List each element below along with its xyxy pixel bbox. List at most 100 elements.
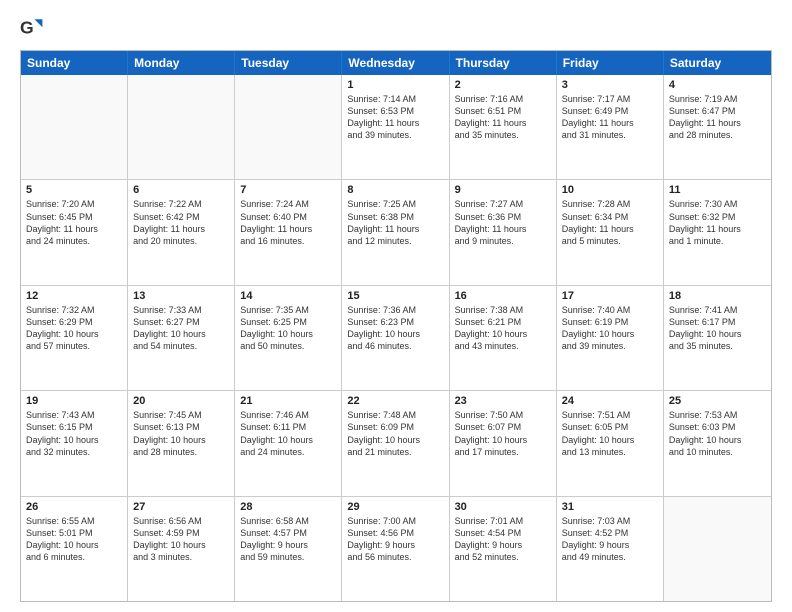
day-cell-21: 21 Sunrise: 7:46 AM Sunset: 6:11 PM Dayli… [235,391,342,495]
day-cell-5: 5Sunrise: 7:20 AM Sunset: 6:45 PM Daylig… [21,180,128,284]
day-header-wednesday: Wednesday [342,51,449,75]
day-info: Sunrise: 7:36 AM Sunset: 6:23 PM Dayligh… [347,304,443,353]
day-cell-2: 2Sunrise: 7:16 AM Sunset: 6:51 PM Daylig… [450,75,557,179]
day-info: Sunrise: 6:55 AM Sunset: 5:01 PM Dayligh… [26,515,122,564]
day-number: 9 [455,184,551,196]
empty-cell [664,497,771,601]
day-cell-17: 17 Sunrise: 7:40 AM Sunset: 6:19 PM Dayli… [557,286,664,390]
day-info: Sunrise: 7:03 AM Sunset: 4:52 PM Dayligh… [562,515,658,564]
day-number: 14 [240,290,336,302]
svg-text:G: G [20,18,34,38]
day-info: Sunrise: 7:51 AM Sunset: 6:05 PM Dayligh… [562,409,658,458]
empty-cell [21,75,128,179]
week-row-3: 12 Sunrise: 7:32 AM Sunset: 6:29 PM Dayli… [21,286,771,391]
day-number: 13 [133,290,229,302]
day-header-thursday: Thursday [450,51,557,75]
day-info: Sunrise: 7:32 AM Sunset: 6:29 PM Dayligh… [26,304,122,353]
day-number: 17 [562,290,658,302]
day-number: 8 [347,184,443,196]
generalblue-logo-icon: G [20,16,44,40]
week-row-2: 5Sunrise: 7:20 AM Sunset: 6:45 PM Daylig… [21,180,771,285]
day-info: Sunrise: 7:24 AM Sunset: 6:40 PM Dayligh… [240,198,336,247]
day-number: 27 [133,501,229,513]
week-row-1: 1 Sunrise: 7:14 AM Sunset: 6:53 PM Daylig… [21,75,771,180]
day-info: Sunrise: 7:19 AM Sunset: 6:47 PM Dayligh… [669,93,766,142]
day-number: 25 [669,395,766,407]
day-cell-18: 18Sunrise: 7:41 AM Sunset: 6:17 PM Dayli… [664,286,771,390]
day-header-sunday: Sunday [21,51,128,75]
day-cell-24: 24 Sunrise: 7:51 AM Sunset: 6:05 PM Dayli… [557,391,664,495]
week-row-4: 19Sunrise: 7:43 AM Sunset: 6:15 PM Dayli… [21,391,771,496]
week-row-5: 26 Sunrise: 6:55 AM Sunset: 5:01 PM Dayli… [21,497,771,601]
day-number: 24 [562,395,658,407]
day-info: Sunrise: 7:46 AM Sunset: 6:11 PM Dayligh… [240,409,336,458]
day-number: 26 [26,501,122,513]
day-number: 16 [455,290,551,302]
day-cell-9: 9 Sunrise: 7:27 AM Sunset: 6:36 PM Daylig… [450,180,557,284]
day-cell-31: 31 Sunrise: 7:03 AM Sunset: 4:52 PM Dayli… [557,497,664,601]
day-number: 31 [562,501,658,513]
day-info: Sunrise: 7:20 AM Sunset: 6:45 PM Dayligh… [26,198,122,247]
day-number: 29 [347,501,443,513]
header: G [20,16,772,40]
day-number: 6 [133,184,229,196]
calendar-body: 1 Sunrise: 7:14 AM Sunset: 6:53 PM Daylig… [21,75,771,601]
day-info: Sunrise: 7:35 AM Sunset: 6:25 PM Dayligh… [240,304,336,353]
calendar: SundayMondayTuesdayWednesdayThursdayFrid… [20,50,772,602]
page: G SundayMondayTuesdayWednesdayThursdayFr… [0,0,792,612]
day-info: Sunrise: 7:40 AM Sunset: 6:19 PM Dayligh… [562,304,658,353]
day-cell-4: 4Sunrise: 7:19 AM Sunset: 6:47 PM Daylig… [664,75,771,179]
day-info: Sunrise: 7:33 AM Sunset: 6:27 PM Dayligh… [133,304,229,353]
empty-cell [128,75,235,179]
day-header-monday: Monday [128,51,235,75]
day-number: 21 [240,395,336,407]
day-number: 3 [562,79,658,91]
day-info: Sunrise: 7:30 AM Sunset: 6:32 PM Dayligh… [669,198,766,247]
day-info: Sunrise: 7:17 AM Sunset: 6:49 PM Dayligh… [562,93,658,142]
day-info: Sunrise: 6:56 AM Sunset: 4:59 PM Dayligh… [133,515,229,564]
empty-cell [235,75,342,179]
day-header-friday: Friday [557,51,664,75]
day-info: Sunrise: 7:43 AM Sunset: 6:15 PM Dayligh… [26,409,122,458]
day-number: 12 [26,290,122,302]
day-number: 7 [240,184,336,196]
day-cell-15: 15 Sunrise: 7:36 AM Sunset: 6:23 PM Dayli… [342,286,449,390]
day-number: 1 [347,79,443,91]
day-info: Sunrise: 7:50 AM Sunset: 6:07 PM Dayligh… [455,409,551,458]
day-info: Sunrise: 7:38 AM Sunset: 6:21 PM Dayligh… [455,304,551,353]
day-cell-26: 26 Sunrise: 6:55 AM Sunset: 5:01 PM Dayli… [21,497,128,601]
day-number: 2 [455,79,551,91]
day-cell-29: 29 Sunrise: 7:00 AM Sunset: 4:56 PM Dayli… [342,497,449,601]
day-header-saturday: Saturday [664,51,771,75]
day-number: 28 [240,501,336,513]
day-info: Sunrise: 7:01 AM Sunset: 4:54 PM Dayligh… [455,515,551,564]
day-info: Sunrise: 7:53 AM Sunset: 6:03 PM Dayligh… [669,409,766,458]
day-info: Sunrise: 7:14 AM Sunset: 6:53 PM Dayligh… [347,93,443,142]
day-number: 18 [669,290,766,302]
day-info: Sunrise: 7:27 AM Sunset: 6:36 PM Dayligh… [455,198,551,247]
day-cell-13: 13 Sunrise: 7:33 AM Sunset: 6:27 PM Dayli… [128,286,235,390]
day-cell-10: 10 Sunrise: 7:28 AM Sunset: 6:34 PM Dayli… [557,180,664,284]
day-number: 15 [347,290,443,302]
day-cell-28: 28Sunrise: 6:58 AM Sunset: 4:57 PM Dayli… [235,497,342,601]
day-header-tuesday: Tuesday [235,51,342,75]
day-info: Sunrise: 7:00 AM Sunset: 4:56 PM Dayligh… [347,515,443,564]
day-info: Sunrise: 7:28 AM Sunset: 6:34 PM Dayligh… [562,198,658,247]
day-number: 10 [562,184,658,196]
day-info: Sunrise: 7:45 AM Sunset: 6:13 PM Dayligh… [133,409,229,458]
day-cell-23: 23 Sunrise: 7:50 AM Sunset: 6:07 PM Dayli… [450,391,557,495]
day-cell-6: 6 Sunrise: 7:22 AM Sunset: 6:42 PM Daylig… [128,180,235,284]
day-cell-27: 27 Sunrise: 6:56 AM Sunset: 4:59 PM Dayli… [128,497,235,601]
day-number: 11 [669,184,766,196]
day-cell-22: 22 Sunrise: 7:48 AM Sunset: 6:09 PM Dayli… [342,391,449,495]
day-cell-16: 16 Sunrise: 7:38 AM Sunset: 6:21 PM Dayli… [450,286,557,390]
day-cell-30: 30Sunrise: 7:01 AM Sunset: 4:54 PM Dayli… [450,497,557,601]
day-cell-19: 19Sunrise: 7:43 AM Sunset: 6:15 PM Dayli… [21,391,128,495]
day-info: Sunrise: 7:48 AM Sunset: 6:09 PM Dayligh… [347,409,443,458]
logo: G [20,16,48,40]
day-cell-20: 20Sunrise: 7:45 AM Sunset: 6:13 PM Dayli… [128,391,235,495]
day-number: 23 [455,395,551,407]
day-cell-8: 8Sunrise: 7:25 AM Sunset: 6:38 PM Daylig… [342,180,449,284]
day-number: 22 [347,395,443,407]
day-info: Sunrise: 7:22 AM Sunset: 6:42 PM Dayligh… [133,198,229,247]
